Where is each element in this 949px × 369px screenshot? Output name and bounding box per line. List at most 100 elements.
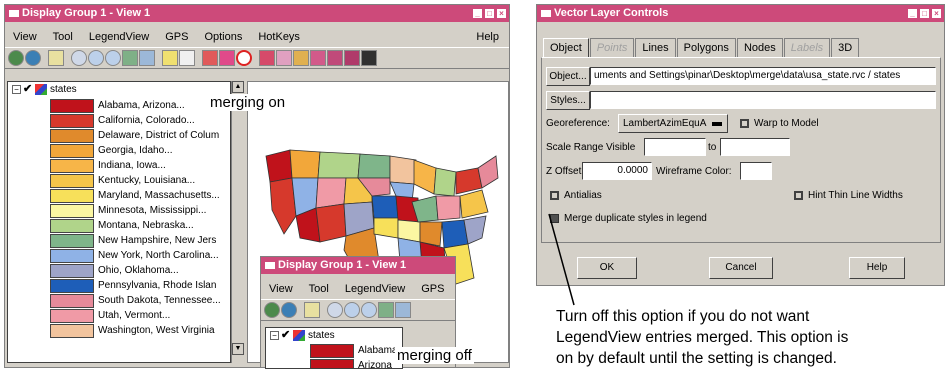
window-titlebar[interactable]: Display Group 1 - View 1 _ □ × bbox=[5, 5, 509, 22]
legend-entry[interactable]: Montana, Nebraska... bbox=[50, 218, 194, 233]
collapse-icon-2[interactable]: − bbox=[270, 331, 279, 340]
menu-legendview-2[interactable]: LegendView bbox=[337, 283, 413, 295]
help-button[interactable]: Help bbox=[849, 257, 905, 279]
pan-icon[interactable] bbox=[71, 50, 87, 66]
scale-range-max-field[interactable] bbox=[720, 138, 790, 156]
tab-lines[interactable]: Lines bbox=[635, 38, 675, 57]
legend-entry[interactable]: Ohio, Oklahoma... bbox=[50, 263, 179, 278]
warp-to-model-checkbox[interactable] bbox=[740, 119, 749, 128]
scroll-up-icon[interactable]: ▲ bbox=[232, 81, 244, 93]
zoom-in-icon[interactable] bbox=[88, 50, 104, 66]
legend-entry[interactable]: New Hampshire, New Jers bbox=[50, 233, 216, 248]
legend-entry[interactable]: Minnesota, Mississippi... bbox=[50, 203, 206, 218]
legend-entry[interactable]: Alabama, Arizona... bbox=[50, 98, 185, 113]
next-view-icon[interactable] bbox=[219, 50, 235, 66]
minimize-icon[interactable]: _ bbox=[472, 8, 483, 19]
layout-icon[interactable] bbox=[327, 50, 343, 66]
styles-button[interactable]: Styles... bbox=[546, 91, 590, 110]
legend-entry[interactable]: Indiana, Iowa... bbox=[50, 158, 166, 173]
object-button[interactable]: Object... bbox=[546, 67, 590, 86]
merge-duplicate-styles-checkbox[interactable] bbox=[550, 214, 559, 223]
tab-object[interactable]: Object bbox=[543, 38, 589, 57]
add-layer-icon[interactable] bbox=[48, 50, 64, 66]
close-icon[interactable]: × bbox=[931, 8, 942, 19]
measure-icon[interactable] bbox=[179, 50, 195, 66]
previous-view-icon[interactable] bbox=[202, 50, 218, 66]
pointer-icon[interactable] bbox=[276, 50, 292, 66]
menu-help[interactable]: Help bbox=[476, 31, 499, 43]
legend-entry[interactable]: Pennsylvania, Rhode Islan bbox=[50, 278, 216, 293]
menu-options[interactable]: Options bbox=[196, 31, 250, 43]
color-palette-icon[interactable] bbox=[344, 50, 360, 66]
legend-entry[interactable]: Georgia, Idaho... bbox=[50, 143, 173, 158]
menu-tool[interactable]: Tool bbox=[45, 31, 81, 43]
legend-entry[interactable]: South Dakota, Tennessee... bbox=[50, 293, 221, 308]
menu-legendview[interactable]: LegendView bbox=[81, 31, 157, 43]
zoom-out-icon-2[interactable] bbox=[361, 302, 377, 318]
maximize-icon[interactable]: □ bbox=[919, 8, 930, 19]
select-icon[interactable] bbox=[162, 50, 178, 66]
layer-tree-node-2[interactable]: − ✔ states bbox=[270, 330, 335, 341]
find-icon[interactable] bbox=[259, 50, 275, 66]
z-offset-field[interactable]: 0.0000 bbox=[582, 162, 652, 180]
legend-entry[interactable]: Utah, Vermont... bbox=[50, 308, 170, 323]
object-path-field[interactable]: uments and Settings\pinar\Desktop\merge\… bbox=[590, 67, 936, 85]
dialog-menu-icon[interactable] bbox=[541, 10, 551, 17]
zoom-extents-icon-2[interactable] bbox=[378, 302, 394, 318]
legend-entry[interactable]: Arizona bbox=[310, 358, 392, 369]
stop-icon[interactable] bbox=[236, 50, 252, 66]
menu-gps-2[interactable]: GPS bbox=[413, 283, 452, 295]
redraw-all-icon-2[interactable] bbox=[281, 302, 297, 318]
pan-icon-2[interactable] bbox=[327, 302, 343, 318]
add-layer-icon-2[interactable] bbox=[304, 302, 320, 318]
georeference-dropdown[interactable]: LambertAzimEquA bbox=[618, 114, 728, 133]
styles-field[interactable] bbox=[590, 91, 936, 109]
antialias-checkbox[interactable] bbox=[550, 191, 559, 200]
wireframe-color-swatch[interactable] bbox=[740, 162, 772, 180]
visibility-checkbox[interactable]: ✔ bbox=[23, 85, 33, 95]
collapse-icon[interactable]: − bbox=[12, 85, 21, 94]
menu-hotkeys[interactable]: HotKeys bbox=[250, 31, 308, 43]
menu-gps[interactable]: GPS bbox=[157, 31, 196, 43]
legend-swatch bbox=[50, 204, 94, 218]
dialog-titlebar[interactable]: Vector Layer Controls _ □ × bbox=[537, 5, 944, 22]
maximize-icon[interactable]: □ bbox=[484, 8, 495, 19]
legend-entry[interactable]: Alabama bbox=[310, 343, 397, 358]
window-titlebar-2[interactable]: Display Group 1 - View 1 bbox=[261, 257, 455, 274]
menu-view-2[interactable]: View bbox=[261, 283, 301, 295]
map-view-icon[interactable] bbox=[139, 50, 155, 66]
tab-polygons[interactable]: Polygons bbox=[677, 38, 736, 57]
menu-tool-2[interactable]: Tool bbox=[301, 283, 337, 295]
legend-entry[interactable]: Delaware, District of Colum bbox=[50, 128, 219, 143]
zoom-extents-icon[interactable] bbox=[122, 50, 138, 66]
cancel-button[interactable]: Cancel bbox=[709, 257, 773, 279]
legend-entry[interactable]: Kentucky, Louisiana... bbox=[50, 173, 195, 188]
visibility-checkbox-2[interactable]: ✔ bbox=[281, 331, 291, 341]
hint-thin-lines-checkbox[interactable] bbox=[794, 191, 803, 200]
legend-scrollbar[interactable]: ▲ ▼ bbox=[231, 81, 245, 363]
layer-tree-node[interactable]: − ✔ states bbox=[12, 84, 77, 95]
scroll-down-icon[interactable]: ▼ bbox=[232, 343, 244, 355]
zoom-out-icon[interactable] bbox=[105, 50, 121, 66]
redraw-all-icon[interactable] bbox=[25, 50, 41, 66]
tab-3d[interactable]: 3D bbox=[831, 38, 859, 57]
zoom-in-icon-2[interactable] bbox=[344, 302, 360, 318]
scale-range-min-field[interactable] bbox=[644, 138, 706, 156]
legend-entry[interactable]: California, Colorado... bbox=[50, 113, 195, 128]
legend-entry[interactable]: Maryland, Massachusetts... bbox=[50, 188, 220, 203]
menu-view[interactable]: View bbox=[5, 31, 45, 43]
ok-button[interactable]: OK bbox=[577, 257, 637, 279]
map-view-icon-2[interactable] bbox=[395, 302, 411, 318]
layer-manager-icon[interactable] bbox=[310, 50, 326, 66]
redraw-icon-2[interactable] bbox=[264, 302, 280, 318]
tab-nodes[interactable]: Nodes bbox=[737, 38, 783, 57]
close-icon[interactable]: × bbox=[496, 8, 507, 19]
window-menu-icon-2[interactable] bbox=[265, 262, 275, 269]
minimize-icon[interactable]: _ bbox=[907, 8, 918, 19]
legend-entry[interactable]: Washington, West Virginia bbox=[50, 323, 215, 338]
window-menu-icon[interactable] bbox=[9, 10, 19, 17]
traffic-light-icon[interactable] bbox=[361, 50, 377, 66]
redraw-icon[interactable] bbox=[8, 50, 24, 66]
edit-icon[interactable] bbox=[293, 50, 309, 66]
legend-entry[interactable]: New York, North Carolina... bbox=[50, 248, 219, 263]
